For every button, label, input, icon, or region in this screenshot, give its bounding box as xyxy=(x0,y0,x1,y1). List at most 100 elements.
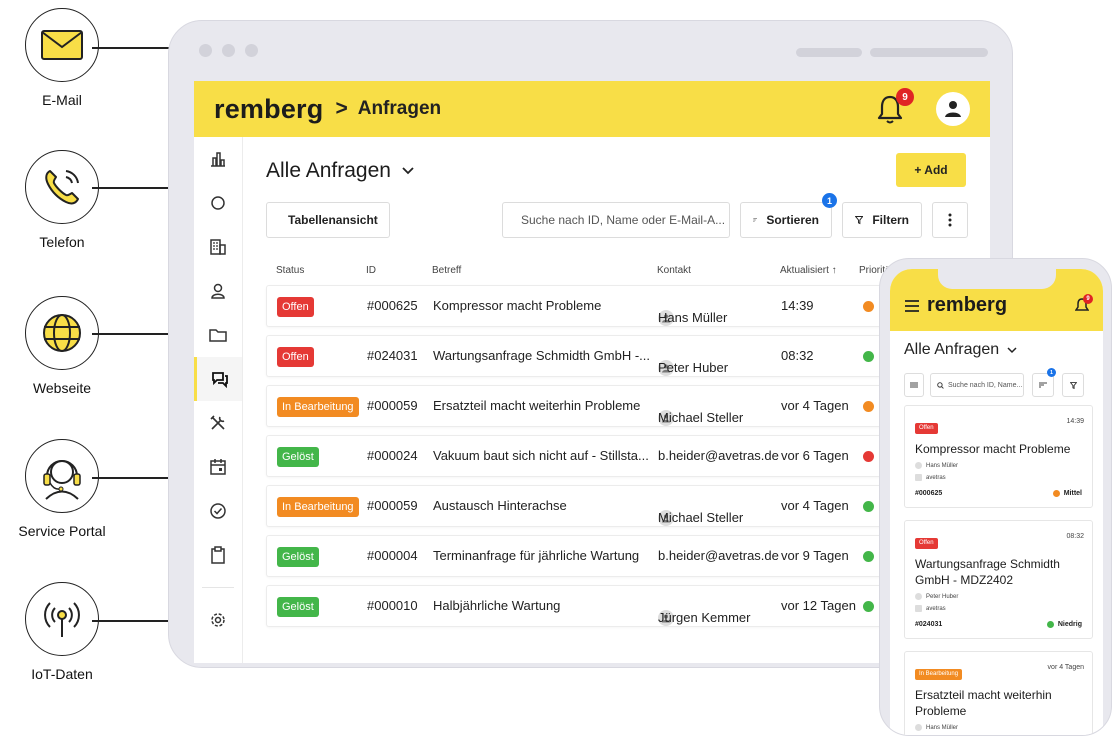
view-toggle-button[interactable]: Tabellenansicht xyxy=(266,202,390,238)
sidebar-item-contacts[interactable] xyxy=(194,269,242,313)
request-subject: Halbjährliche Wartung xyxy=(433,598,561,613)
mobile-search-placeholder: Suche nach ID, Name... xyxy=(948,381,1023,389)
chevron-down-icon[interactable] xyxy=(401,166,415,176)
channel-label: Service Portal xyxy=(18,523,106,539)
contact-name: Michael Steller xyxy=(658,410,744,425)
settings-icon xyxy=(211,613,225,627)
sidebar-item-files[interactable] xyxy=(194,313,242,357)
mobile-logo-text: remberg xyxy=(927,294,1008,316)
request-subject: Vakuum baut sich nicht auf - Stillsta... xyxy=(433,448,649,463)
request-subject: Wartungsanfrage Schmidth GmbH -... xyxy=(433,348,650,363)
card-title: Kompressor macht Probleme xyxy=(915,442,1071,456)
sidebar-item-overview[interactable] xyxy=(194,181,242,225)
breadcrumb[interactable]: Anfragen xyxy=(358,98,441,120)
mobile-filter-button[interactable] xyxy=(1062,373,1084,397)
view-toggle-label: Tabellenansicht xyxy=(288,213,378,227)
sidebar-item-dashboard[interactable] xyxy=(194,137,242,181)
check-circle-icon xyxy=(210,503,226,519)
antenna-icon xyxy=(44,602,80,637)
priority-dot xyxy=(863,401,874,412)
request-subject: Ersatzteil macht weiterhin Probleme xyxy=(433,398,641,413)
card-priority: Mittel xyxy=(1052,490,1082,497)
sort-icon xyxy=(753,218,758,222)
mobile-sort-badge: 1 xyxy=(1047,368,1056,377)
user-avatar[interactable] xyxy=(936,92,970,126)
sort-button[interactable]: Sortieren 1 xyxy=(740,193,837,238)
column-header-status[interactable]: Status xyxy=(276,265,304,276)
channel-label: E-Mail xyxy=(42,92,82,108)
contact-name: Peter Huber xyxy=(658,360,729,375)
updated-time: vor 4 Tagen xyxy=(781,398,849,413)
status-badge: In Bearbeitung xyxy=(277,497,359,517)
card-contact: Peter Huber xyxy=(915,593,1082,600)
request-card[interactable]: Offen 08:32 Wartungsanfrage Schmidth GmbH … xyxy=(904,520,1093,639)
mobile-notifications-button[interactable]: 9 xyxy=(1074,294,1093,318)
status-badge: Offen xyxy=(915,423,938,434)
menu-icon[interactable] xyxy=(904,299,920,312)
contact-avatar-icon xyxy=(915,724,922,731)
sort-icon xyxy=(1039,382,1047,388)
priority-dot xyxy=(1052,490,1060,497)
channel-circle xyxy=(25,439,99,513)
sidebar-item-organizations[interactable] xyxy=(194,225,242,269)
clipboard-icon xyxy=(211,546,225,564)
column-header-id[interactable]: ID xyxy=(366,265,376,276)
sort-label: Sortieren xyxy=(766,213,819,227)
card-contact-name: Hans Müller xyxy=(926,724,959,731)
notifications-button[interactable]: 9 xyxy=(876,88,914,124)
channel-iot: IoT-Daten xyxy=(14,582,110,682)
window-bars xyxy=(796,48,988,57)
status-badge: Gelöst xyxy=(277,447,319,467)
column-header-subject[interactable]: Betreff xyxy=(432,265,461,276)
filter-button[interactable]: Filtern xyxy=(842,202,922,238)
illustration: E-Mail Telefon Webseite Service Portal I… xyxy=(0,0,1113,737)
channel-website: Webseite xyxy=(14,296,110,396)
sidebar-item-settings[interactable] xyxy=(194,598,242,642)
card-id: #000625 xyxy=(915,490,943,497)
request-card[interactable]: In Bearbeitung vor 4 Tagen Ersatzteil mach… xyxy=(904,651,1093,735)
mobile-page-title: Alle Anfragen xyxy=(904,341,1000,358)
mobile-logo[interactable]: remberg xyxy=(904,294,1007,317)
phone-frame: remberg 9 Alle Anfragen Suche nach ID, N… xyxy=(879,258,1112,736)
search-input[interactable]: Suche nach ID, Name oder E-Mail-A... xyxy=(502,202,730,238)
request-card[interactable]: Offen 14:39 Kompressor macht Probleme Hans … xyxy=(904,405,1093,508)
channel-label: Telefon xyxy=(39,234,85,250)
request-id: #000625 xyxy=(367,298,418,313)
mobile-view-toggle[interactable] xyxy=(904,373,924,397)
request-id: #000004 xyxy=(367,548,418,563)
card-title: Ersatzteil macht weiterhin Probleme xyxy=(915,688,1052,718)
mobile-top-bar: remberg 9 xyxy=(890,269,1103,331)
request-id: #000010 xyxy=(367,598,418,613)
sidebar-item-service[interactable] xyxy=(194,401,242,445)
chart-icon xyxy=(211,152,225,167)
mobile-screen: remberg 9 Alle Anfragen Suche nach ID, N… xyxy=(890,269,1103,735)
card-contact-name: Peter Huber xyxy=(926,593,959,600)
chevron-down-icon[interactable] xyxy=(1007,346,1017,354)
app-logo[interactable]: remberg xyxy=(214,94,323,125)
contact-email: b.heider@avetras.de xyxy=(658,548,779,563)
add-button[interactable]: + Add xyxy=(896,153,966,187)
app-screen: remberg > Anfragen 9 Alle Anfragen + Add… xyxy=(194,81,990,663)
card-contact-name: Hans Müller xyxy=(926,462,959,469)
card-company-name: avetras xyxy=(926,474,946,481)
window-dot xyxy=(245,44,258,57)
priority-dot xyxy=(1046,621,1054,628)
mobile-sort-button[interactable]: 1 xyxy=(1032,368,1056,397)
status-badge: Gelöst xyxy=(277,547,319,567)
card-time: vor 4 Tagen xyxy=(1047,664,1084,671)
circle-icon xyxy=(211,196,225,210)
sidebar-item-tasks[interactable] xyxy=(194,489,242,533)
request-id: #000024 xyxy=(367,448,418,463)
sidebar-item-calendar[interactable] xyxy=(194,445,242,489)
updated-time: 14:39 xyxy=(781,298,814,313)
mobile-search-input[interactable]: Suche nach ID, Name... xyxy=(930,373,1024,397)
sidebar-item-checklists[interactable] xyxy=(194,533,242,577)
more-options-button[interactable] xyxy=(932,202,968,238)
contact-name: Hans Müller xyxy=(658,310,728,325)
top-bar: remberg > Anfragen 9 xyxy=(194,81,990,137)
sidebar-item-requests[interactable] xyxy=(194,357,242,401)
column-header-updated[interactable]: Aktualisiert ↑ xyxy=(780,265,837,276)
column-header-contact[interactable]: Kontakt xyxy=(657,265,691,276)
channel-circle xyxy=(25,150,99,224)
sidebar xyxy=(194,137,243,663)
